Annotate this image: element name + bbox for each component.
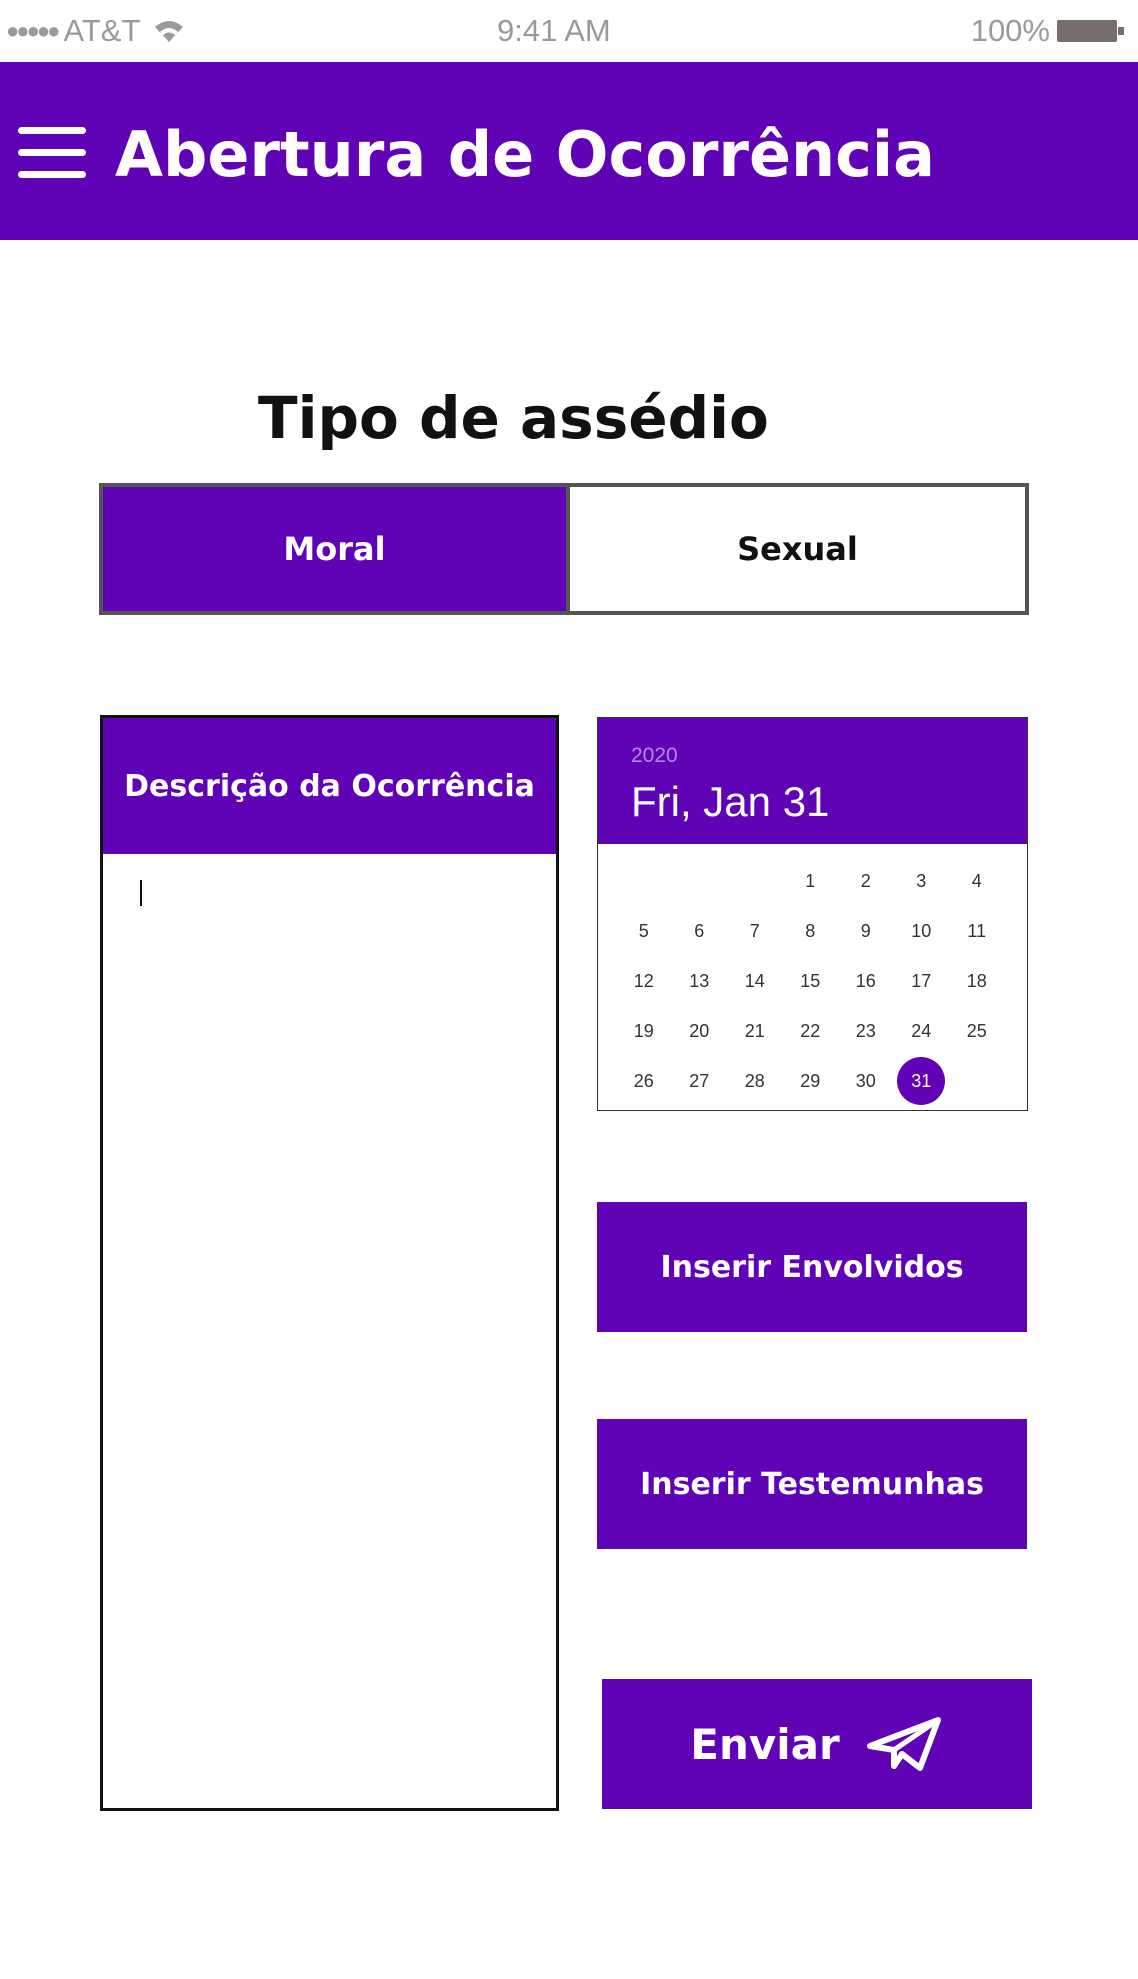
calendar-day-number: 17: [911, 970, 932, 991]
description-header: Descrição da Ocorrência: [103, 718, 556, 854]
calendar-day-number: 28: [744, 1070, 765, 1091]
status-bar: ●●●●● AT&T 9:41 AM 100%: [0, 0, 1138, 62]
calendar-day-number: 15: [800, 970, 821, 991]
calendar-day-number: 16: [855, 970, 876, 991]
calendar-day-number: 20: [689, 1020, 710, 1041]
calendar-day-number: 14: [744, 970, 765, 991]
calendar-day[interactable]: 11: [949, 906, 1005, 956]
calendar-empty-cell: [616, 856, 672, 906]
calendar-day-number: 9: [860, 920, 871, 941]
calendar-day[interactable]: 14: [727, 956, 783, 1006]
calendar-day[interactable]: 13: [672, 956, 728, 1006]
calendar-day[interactable]: 12: [616, 956, 672, 1006]
wifi-icon: [155, 21, 184, 42]
calendar-day-number: 3: [916, 870, 927, 891]
battery-icon: [1057, 20, 1124, 42]
calendar-day[interactable]: 2: [838, 856, 894, 906]
menu-line: [18, 127, 86, 134]
calendar-day[interactable]: 23: [838, 1006, 894, 1056]
calendar-day[interactable]: 8: [783, 906, 839, 956]
calendar-day[interactable]: 17: [894, 956, 950, 1006]
calendar-day[interactable]: 24: [894, 1006, 950, 1056]
calendar-day[interactable]: 7: [727, 906, 783, 956]
description-panel: Descrição da Ocorrência: [100, 715, 559, 1811]
add-involved-button[interactable]: Inserir Envolvidos: [597, 1202, 1027, 1332]
calendar-day-number: 10: [911, 920, 932, 941]
calendar-day-number: 6: [694, 920, 705, 941]
calendar-day[interactable]: 9: [838, 906, 894, 956]
calendar-empty-cell: [672, 856, 728, 906]
calendar-day[interactable]: 15: [783, 956, 839, 1006]
send-button[interactable]: Enviar: [602, 1679, 1032, 1809]
calendar-day[interactable]: 3: [894, 856, 950, 906]
calendar-day-number: 4: [971, 870, 982, 891]
calendar-day[interactable]: 29: [783, 1056, 839, 1106]
calendar-day[interactable]: 4: [949, 856, 1005, 906]
calendar-day-number: 30: [855, 1070, 876, 1091]
calendar-day[interactable]: 16: [838, 956, 894, 1006]
calendar-day-number: 11: [967, 920, 987, 941]
calendar-day-number: 29: [800, 1070, 821, 1091]
calendar-day-number: 12: [633, 970, 654, 991]
calendar-day-number: 7: [749, 920, 760, 941]
send-button-label: Enviar: [690, 1719, 840, 1769]
calendar-day-number: 19: [633, 1020, 654, 1041]
menu-line: [18, 149, 86, 156]
calendar-day[interactable]: 18: [949, 956, 1005, 1006]
calendar-day[interactable]: 27: [672, 1056, 728, 1106]
calendar-day-number: 1: [805, 870, 816, 891]
menu-line: [18, 171, 86, 178]
calendar-day[interactable]: 6: [672, 906, 728, 956]
calendar-day-number: 27: [689, 1070, 710, 1091]
page-title: Abertura de Ocorrência: [115, 118, 936, 191]
text-cursor: [140, 880, 142, 906]
signal-strength-icon: ●●●●●: [6, 18, 60, 43]
harassment-type-moral-option[interactable]: Moral: [99, 483, 570, 615]
description-textarea[interactable]: [103, 854, 556, 1808]
calendar-day[interactable]: 22: [783, 1006, 839, 1056]
calendar-day-number: 23: [855, 1020, 876, 1041]
calendar-day-number: 22: [800, 1020, 821, 1041]
calendar-day[interactable]: 1: [783, 856, 839, 906]
calendar-day-number: 2: [860, 870, 871, 891]
date-picker-selected-date: Fri, Jan 31: [631, 778, 830, 825]
date-picker-grid: 1 2 3 4 5 6 7 8 9 10 11 12 13 14 15 16 17 18 19 20 21 22 23 24 2…: [616, 856, 1007, 1106]
calendar-day-number: 31: [897, 1057, 946, 1105]
status-left: ●●●●● AT&T: [6, 13, 186, 49]
date-picker-header: 2020 Fri, Jan 31: [598, 718, 1027, 844]
calendar-day-number: 5: [638, 920, 649, 941]
add-witnesses-button[interactable]: Inserir Testemunhas: [597, 1419, 1027, 1549]
calendar-day-number: 25: [966, 1020, 987, 1041]
calendar-day[interactable]: 26: [616, 1056, 672, 1106]
calendar-day-selected[interactable]: 31: [894, 1056, 950, 1106]
harassment-type-title: Tipo de assédio: [258, 384, 769, 452]
harassment-type-sexual-option[interactable]: Sexual: [566, 483, 1029, 615]
carrier-label: AT&T: [63, 13, 141, 48]
calendar-day[interactable]: 21: [727, 1006, 783, 1056]
date-picker: 2020 Fri, Jan 31 1 2 3 4 5 6 7 8 9 10 11 12 13 14 15 16…: [597, 717, 1028, 1111]
calendar-day-number: 24: [911, 1020, 932, 1041]
calendar-day[interactable]: 5: [616, 906, 672, 956]
status-right: 100%: [971, 13, 1126, 49]
calendar-day[interactable]: 10: [894, 906, 950, 956]
calendar-empty-cell: [727, 856, 783, 906]
calendar-day-number: 18: [966, 970, 987, 991]
calendar-day[interactable]: 25: [949, 1006, 1005, 1056]
battery-percentage: 100%: [970, 13, 1050, 48]
calendar-day[interactable]: 19: [616, 1006, 672, 1056]
paper-plane-send-icon: [866, 1717, 941, 1771]
calendar-day[interactable]: 20: [672, 1006, 728, 1056]
calendar-day-number: 13: [689, 970, 710, 991]
calendar-day-number: 8: [805, 920, 816, 941]
calendar-day[interactable]: 28: [727, 1056, 783, 1106]
date-picker-year[interactable]: 2020: [631, 744, 678, 768]
calendar-day[interactable]: 30: [838, 1056, 894, 1106]
status-time: 9:41 AM: [497, 13, 611, 48]
calendar-day-number: 26: [633, 1070, 654, 1091]
calendar-day-number: 21: [744, 1020, 765, 1041]
hamburger-menu-icon[interactable]: [18, 127, 88, 179]
